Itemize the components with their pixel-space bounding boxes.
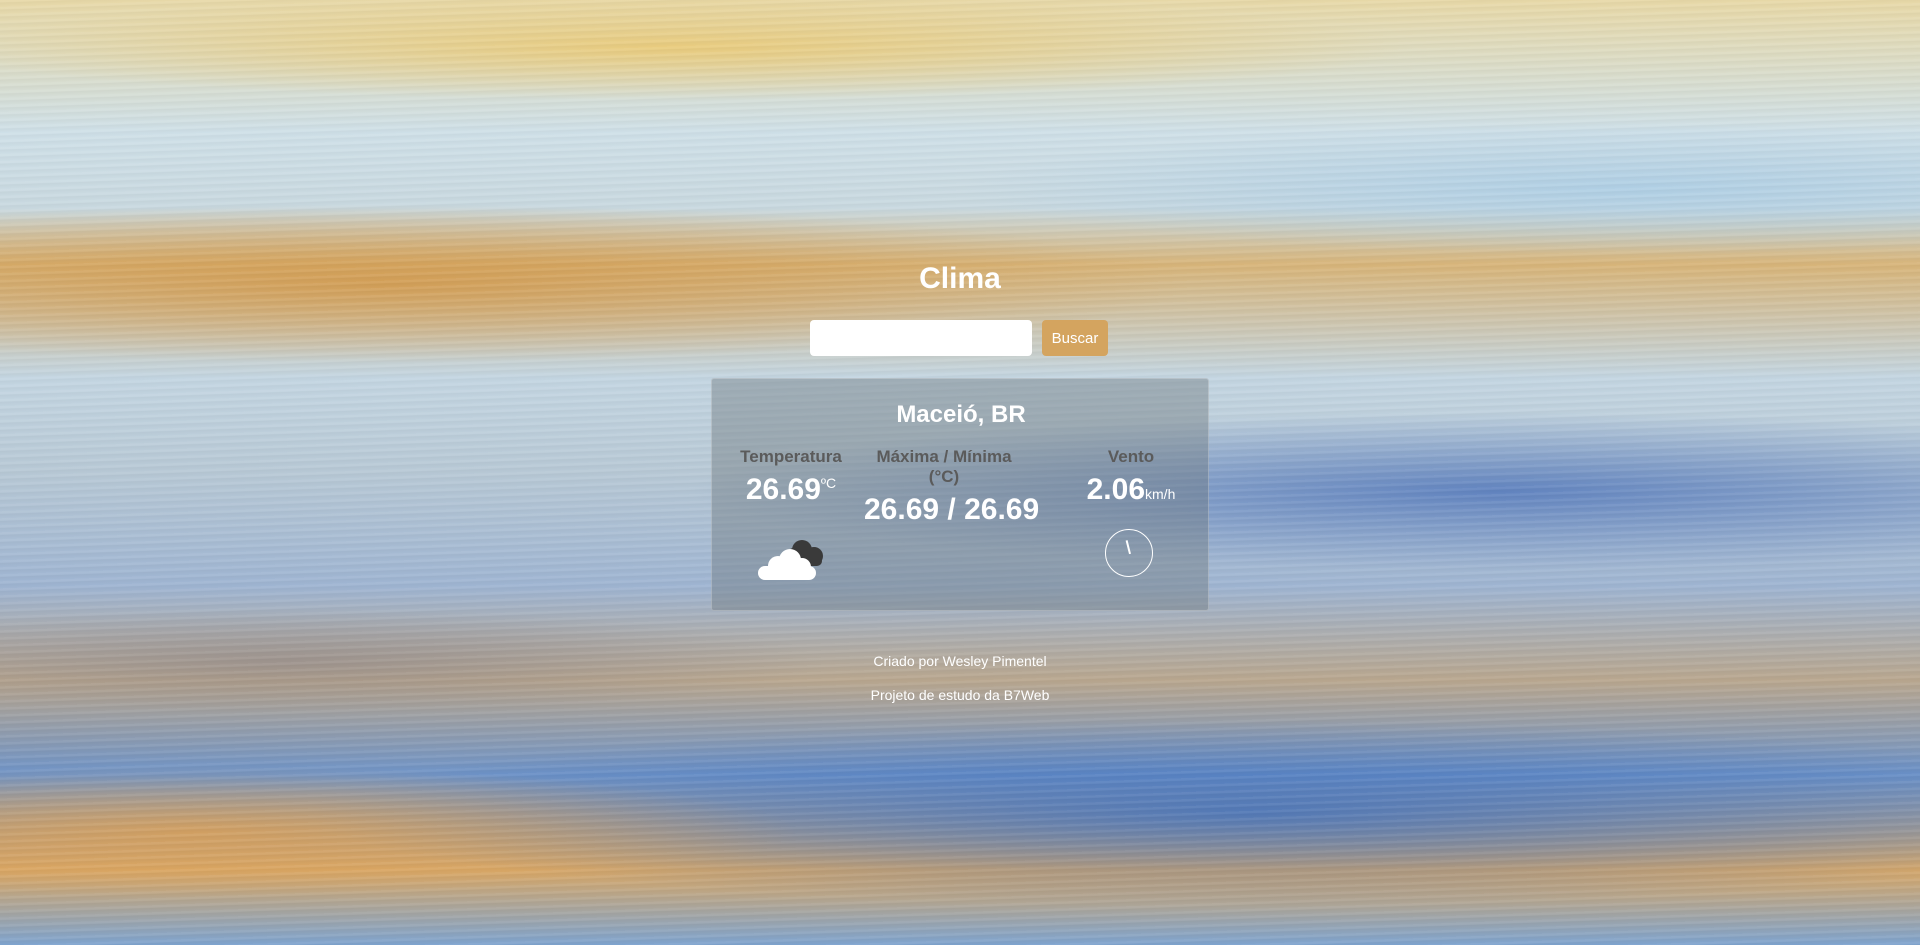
footer-credit: Criado por Wesley Pimentel [873, 653, 1047, 669]
temperature-value: 26.69 [745, 473, 821, 506]
search-button[interactable]: Buscar [1042, 320, 1108, 356]
min-max-section: Máxima / Mínima (°C) 26.69 / 26.69 [864, 447, 1040, 527]
temperature-label: Temperatura [740, 447, 842, 466]
search-input[interactable] [810, 320, 1032, 356]
temperature-value-wrap: 26.69ºC [736, 473, 846, 507]
min-max-label: Máxima / Mínima (°C) [876, 447, 1012, 486]
wind-value: 2.06 [1086, 473, 1146, 506]
wind-section: Vento 2.06km/h [1076, 447, 1186, 507]
wind-direction-arrow-icon [1125, 540, 1131, 555]
wind-unit: km/h [1145, 486, 1176, 502]
weather-result-card: Maceió, BR Temperatura 26.69ºC Máxima / … [711, 378, 1209, 611]
wind-direction-compass [1105, 529, 1153, 577]
temperature-section: Temperatura 26.69ºC [736, 447, 846, 507]
page-title: Clima [919, 262, 1001, 295]
min-max-value: 26.69 / 26.69 [864, 493, 1040, 526]
app-container: Clima Buscar Maceió, BR Temperatura 26.6… [0, 0, 1920, 945]
wind-value-wrap: 2.06km/h [1076, 473, 1186, 507]
search-form: Buscar [810, 320, 1108, 356]
footer-project: Projeto de estudo da B7Web [870, 687, 1050, 703]
city-name: Maceió, BR [896, 401, 1026, 428]
temperature-unit: ºC [820, 475, 837, 491]
wind-label: Vento [1107, 447, 1155, 466]
cloud-icon [758, 540, 823, 580]
